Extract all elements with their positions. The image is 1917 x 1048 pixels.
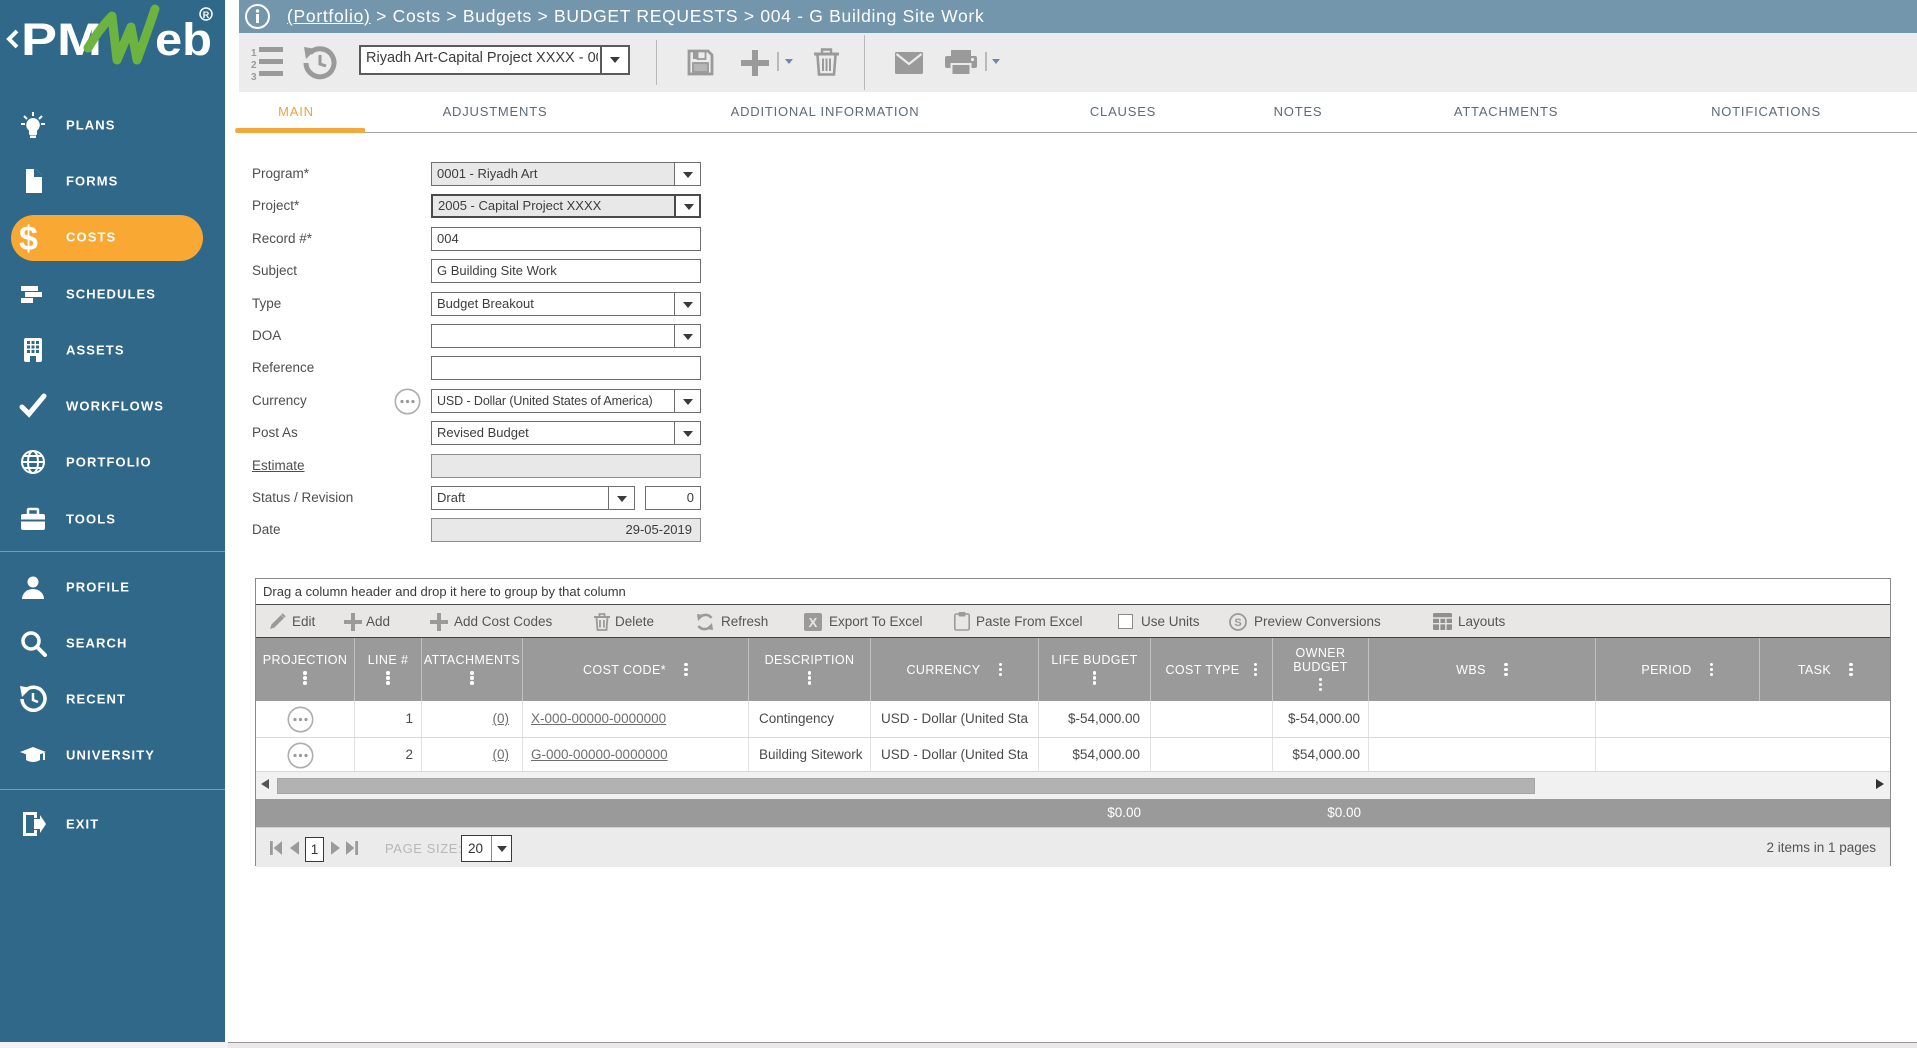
svg-text:S: S xyxy=(1234,617,1241,629)
svg-text:1: 1 xyxy=(251,48,257,59)
svg-text:3: 3 xyxy=(251,72,257,81)
svg-text:R: R xyxy=(203,10,210,20)
svg-text:eb: eb xyxy=(155,14,212,65)
svg-text:2: 2 xyxy=(251,60,257,71)
svg-text:X: X xyxy=(809,615,818,630)
